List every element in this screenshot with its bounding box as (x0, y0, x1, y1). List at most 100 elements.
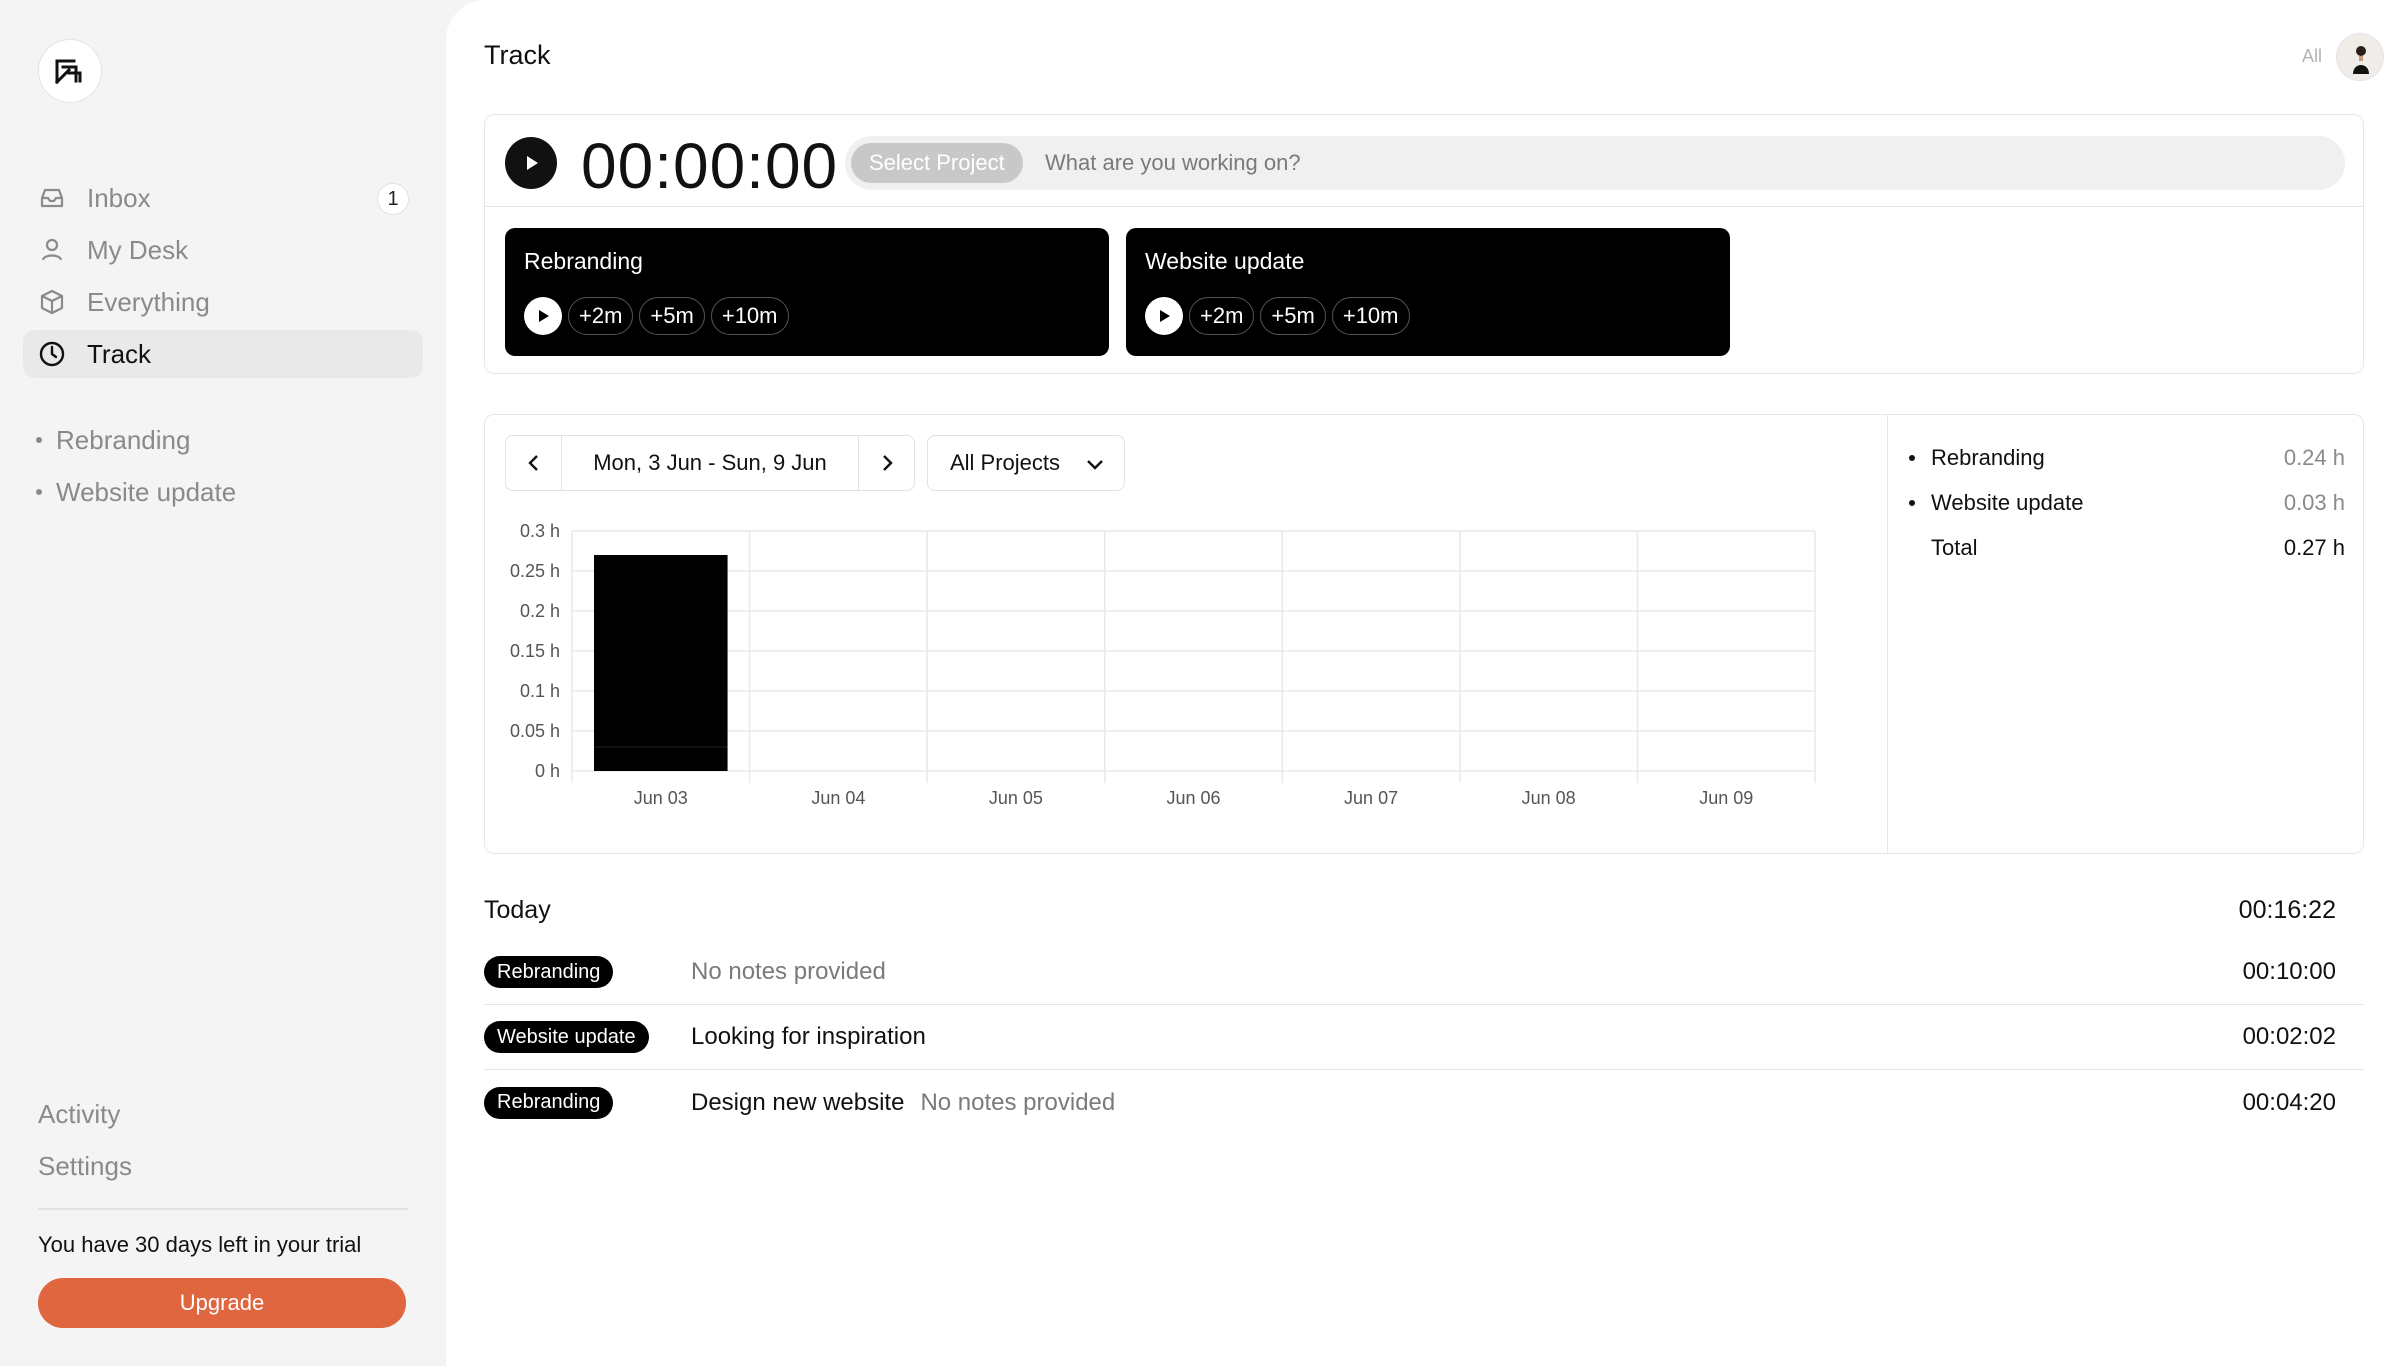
quick-play-button[interactable] (1145, 297, 1183, 335)
nav-item-label: Inbox (87, 182, 151, 213)
trial-notice: You have 30 days left in your trial (38, 1232, 362, 1257)
entry-note: No notes provided (691, 958, 886, 985)
box-icon (37, 287, 67, 317)
page-title: Track (484, 40, 551, 70)
bullet-icon (36, 437, 42, 443)
time-entry-row[interactable]: Rebranding No notes provided 00:10:00 (484, 940, 2364, 1005)
upgrade-button[interactable]: Upgrade (38, 1278, 406, 1328)
summary-total-value: 0.27 h (2283, 534, 2345, 560)
quick-project-card: Website update +2m +5m +10m (1126, 228, 1730, 356)
chevron-down-icon (1087, 460, 1103, 470)
x-tick-label: Jun 08 (1522, 788, 1576, 808)
bar (594, 579, 728, 771)
project-tag[interactable]: Rebranding (484, 956, 614, 988)
time-entry-row[interactable]: Website update Looking for inspiration 0… (484, 1005, 2364, 1070)
summary-value: 0.03 h (2283, 489, 2345, 515)
timer-display: 00:00:00 (581, 130, 839, 202)
entry-duration: 00:04:20 (2242, 1088, 2336, 1116)
entry-duration: 00:10:00 (2242, 958, 2336, 985)
user-icon (37, 235, 67, 265)
nav-item-track[interactable]: Track (23, 330, 423, 378)
entry-text: Design new website No notes provided (691, 1089, 1115, 1117)
entry-title: Looking for inspiration (691, 1023, 926, 1050)
y-tick-label: 0.25 h (510, 561, 560, 581)
quick-project-card: Rebranding +2m +5m +10m (505, 228, 1109, 356)
today-total: 00:16:22 (2238, 895, 2336, 924)
entry-title: Design new website (691, 1088, 905, 1116)
x-tick-label: Jun 04 (811, 788, 865, 808)
avatar[interactable] (2336, 33, 2384, 81)
previous-week-button[interactable] (506, 436, 562, 490)
y-tick-label: 0.05 h (510, 721, 560, 741)
x-tick-label: Jun 06 (1166, 788, 1220, 808)
y-tick-label: 0.2 h (520, 601, 560, 621)
weekly-time-chart: 0 h 0.05 h 0.1 h 0.15 h 0.2 h 0.25 h 0.3 h Jun … (510, 521, 1816, 808)
y-tick-label: 0.1 h (520, 681, 560, 701)
timer-card: 00:00:00 Select Project Rebranding +2m +… (484, 114, 2364, 374)
x-tick-label: Jun 07 (1344, 788, 1398, 808)
summary-row: Website update 0.03 h (1905, 480, 2345, 525)
today-label: Today (484, 895, 551, 924)
quick-project-title: Website update (1145, 248, 1305, 274)
nav-item-everything[interactable]: Everything (23, 278, 423, 326)
next-week-button[interactable] (858, 436, 914, 490)
nav-item-my-desk[interactable]: My Desk (23, 226, 423, 274)
project-label: Rebranding (56, 424, 191, 455)
project-item-rebranding[interactable]: Rebranding (36, 414, 236, 466)
quick-play-button[interactable] (524, 297, 562, 335)
add-10m-button[interactable]: +10m (1331, 297, 1410, 335)
date-range-label[interactable]: Mon, 3 Jun - Sun, 9 Jun (562, 450, 858, 476)
project-tag[interactable]: Website update (484, 1021, 649, 1053)
quick-project-title: Rebranding (524, 248, 643, 274)
time-entry-row[interactable]: Rebranding Design new website No notes p… (484, 1070, 2364, 1135)
play-icon (1160, 310, 1170, 322)
summary-label: Rebranding (1931, 444, 2045, 470)
time-summary: Rebranding 0.24 h Website update 0.03 h … (1905, 435, 2345, 570)
add-2m-button[interactable]: +2m (1189, 297, 1255, 335)
x-tick-label: Jun 09 (1699, 788, 1753, 808)
user-filter-label[interactable]: All (2302, 46, 2322, 67)
date-navigator: Mon, 3 Jun - Sun, 9 Jun (505, 435, 915, 491)
nav-item-label: Track (87, 338, 152, 369)
project-list: Rebranding Website update (36, 414, 236, 518)
task-bar: Select Project (845, 136, 2345, 190)
nav-item-label: My Desk (87, 234, 189, 265)
select-project-button[interactable]: Select Project (851, 143, 1023, 183)
y-tick-label: 0.3 h (520, 521, 560, 541)
chevron-left-icon (527, 455, 538, 471)
project-label: Website update (56, 476, 237, 507)
sidebar: Inbox 1 My Desk Everything Track Rebrand… (0, 0, 446, 1366)
bullet-icon (1909, 499, 1915, 506)
project-filter-label: All Projects (950, 450, 1061, 475)
main-nav: Inbox 1 My Desk Everything Track (23, 174, 423, 382)
x-tick-label: Jun 03 (634, 788, 688, 808)
entry-text: No notes provided (691, 958, 886, 986)
activity-link[interactable]: Activity (38, 1088, 132, 1140)
entry-note: No notes provided (920, 1088, 1116, 1116)
add-10m-button[interactable]: +10m (710, 297, 789, 335)
sidebar-divider (38, 1208, 408, 1210)
project-filter-dropdown[interactable]: All Projects (927, 435, 1125, 491)
project-tag[interactable]: Rebranding (484, 1086, 614, 1119)
project-item-website-update[interactable]: Website update (36, 466, 236, 518)
play-icon (539, 310, 549, 322)
avatar-icon (2353, 46, 2369, 74)
summary-total-label: Total (1931, 534, 1978, 560)
task-description-input[interactable] (1045, 144, 2325, 182)
add-2m-button[interactable]: +2m (568, 297, 634, 335)
play-icon (527, 156, 538, 170)
entry-text: Looking for inspiration (691, 1023, 926, 1051)
bullet-icon (1909, 454, 1915, 461)
settings-link[interactable]: Settings (38, 1140, 132, 1192)
time-entry-list: Rebranding No notes provided 00:10:00 We… (484, 940, 2364, 1135)
add-5m-button[interactable]: +5m (639, 297, 705, 335)
chart-card: Mon, 3 Jun - Sun, 9 Jun All Projects 0 h… (484, 414, 2364, 854)
app-logo[interactable] (38, 39, 102, 103)
chevron-right-icon (882, 455, 893, 471)
start-timer-button[interactable] (505, 137, 557, 189)
bar (594, 555, 728, 579)
quick-controls: +2m +5m +10m (524, 297, 789, 335)
nav-item-inbox[interactable]: Inbox 1 (23, 174, 423, 222)
add-5m-button[interactable]: +5m (1260, 297, 1326, 335)
clock-icon (37, 339, 67, 369)
